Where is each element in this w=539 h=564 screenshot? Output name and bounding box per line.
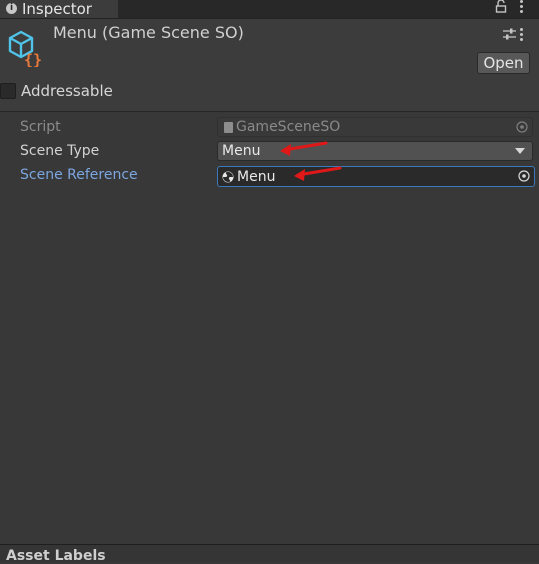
object-picker-icon[interactable]: [518, 170, 530, 182]
tab-bar: i Inspector: [0, 0, 539, 19]
scriptable-object-icon: {}: [8, 30, 42, 67]
scene-reference-field[interactable]: Menu: [217, 166, 535, 187]
script-label: Script: [20, 119, 61, 135]
info-icon: i: [6, 2, 17, 14]
unity-scene-icon: [222, 171, 234, 182]
asset-labels-bar[interactable]: Asset Labels: [0, 545, 539, 564]
tab-kebab-menu-icon[interactable]: [520, 0, 524, 13]
lock-icon[interactable]: [495, 0, 507, 13]
tab-inspector[interactable]: i Inspector: [0, 0, 118, 18]
open-button[interactable]: Open: [477, 52, 530, 74]
inspector-header: {} Menu (Game Scene SO) Open Addressable: [0, 19, 539, 111]
scene-type-dropdown[interactable]: Menu: [217, 141, 533, 161]
preset-sliders-icon[interactable]: [503, 28, 516, 41]
scene-type-label: Scene Type: [20, 143, 100, 159]
tab-label: Inspector: [22, 0, 92, 18]
scene-type-value: Menu: [222, 143, 261, 159]
header-separator: [0, 111, 539, 112]
object-picker-icon: [516, 121, 528, 133]
script-file-icon: [224, 121, 233, 133]
scene-reference-label: Scene Reference: [20, 167, 138, 183]
script-field: GameSceneSO: [217, 117, 533, 137]
scene-reference-value: Menu: [237, 168, 276, 185]
addressable-label: Addressable: [21, 82, 113, 100]
object-title: Menu (Game Scene SO): [53, 23, 244, 42]
script-value: GameSceneSO: [236, 119, 341, 135]
svg-text:{}: {}: [24, 51, 42, 67]
addressable-checkbox[interactable]: [0, 83, 16, 99]
header-kebab-menu-icon[interactable]: [520, 28, 524, 41]
dropdown-caret-icon: [515, 148, 525, 154]
